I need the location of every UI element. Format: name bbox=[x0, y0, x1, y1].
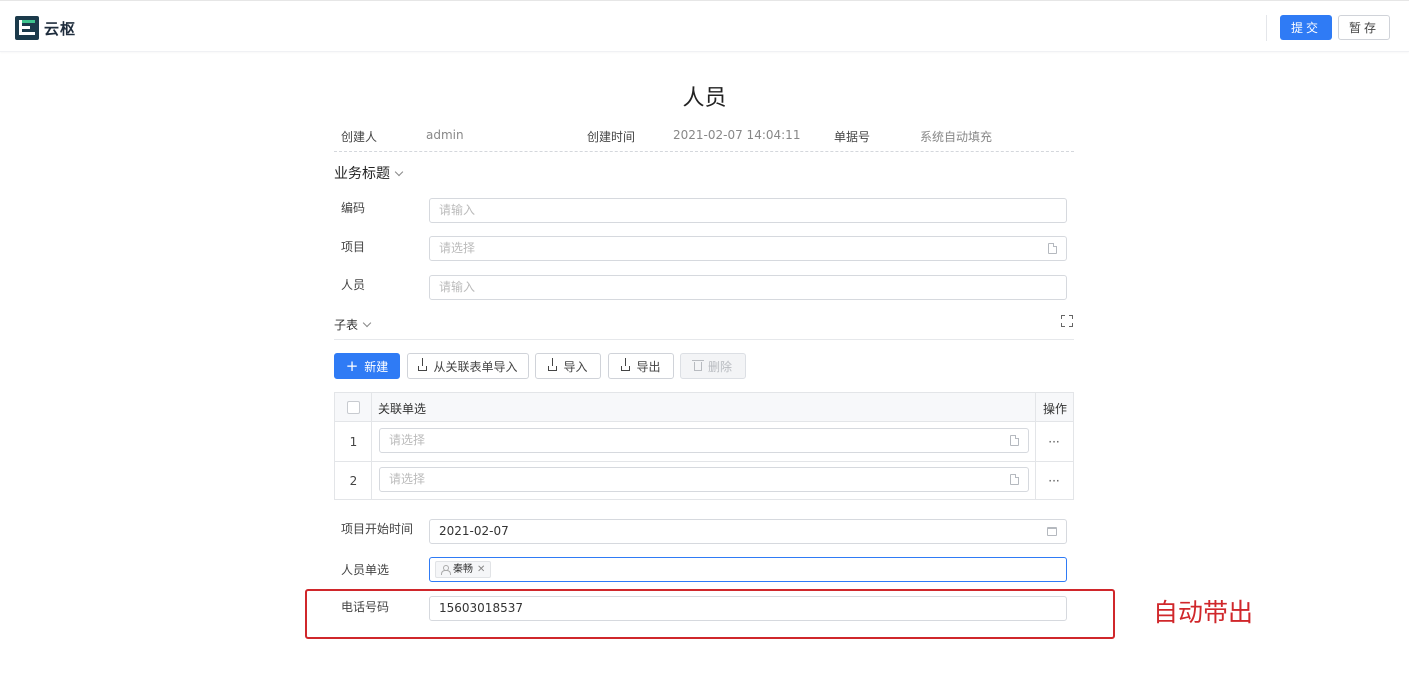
delete-button[interactable]: 删除 bbox=[680, 353, 746, 379]
section-toggle[interactable]: 业务标题 bbox=[334, 163, 404, 183]
chevron-down-icon bbox=[394, 167, 404, 176]
subtable-divider bbox=[334, 339, 1074, 340]
document-icon bbox=[1010, 474, 1019, 485]
created-time-value: 2021-02-07 14:04:11 bbox=[673, 128, 801, 142]
import-related-label: 从关联表单导入 bbox=[433, 359, 518, 374]
document-icon bbox=[1048, 243, 1057, 254]
subtable-toggle[interactable]: 子表 bbox=[334, 316, 372, 333]
creator-label: 创建人 bbox=[341, 130, 378, 144]
annotation-box bbox=[305, 589, 1115, 639]
logo-text: 云枢 bbox=[44, 19, 77, 38]
creator-value: admin bbox=[426, 128, 464, 142]
export-label: 导出 bbox=[636, 359, 661, 374]
doc-no-label: 单据号 bbox=[834, 130, 871, 144]
import-button[interactable]: 导入 bbox=[535, 353, 601, 379]
code-input[interactable]: 请输入 bbox=[429, 198, 1067, 223]
more-actions-button[interactable]: ··· bbox=[1035, 435, 1073, 449]
annotation-text: 自动带出 bbox=[1153, 598, 1254, 627]
person-input[interactable]: 请输入 bbox=[429, 275, 1067, 300]
calendar-icon bbox=[1047, 527, 1057, 536]
subtable-grid: 关联单选 操作 1 请选择 ··· 2 请选择 ··· bbox=[334, 392, 1074, 500]
code-label: 编码 bbox=[341, 201, 366, 215]
related-select[interactable]: 请选择 bbox=[379, 467, 1029, 492]
start-date-label: 项目开始时间 bbox=[341, 522, 414, 536]
new-label: 新建 bbox=[364, 359, 389, 374]
import-label: 导入 bbox=[563, 359, 588, 374]
column-actions: 操作 bbox=[1043, 402, 1068, 416]
more-actions-button[interactable]: ··· bbox=[1035, 474, 1073, 488]
toolbar-divider bbox=[1266, 15, 1267, 41]
column-related: 关联单选 bbox=[378, 402, 427, 416]
close-icon[interactable]: ✕ bbox=[477, 558, 485, 581]
row-number: 2 bbox=[349, 474, 358, 488]
start-date-value: 2021-02-07 bbox=[439, 524, 509, 538]
row-number: 1 bbox=[349, 435, 358, 449]
download-icon bbox=[418, 357, 428, 371]
upload-icon bbox=[621, 357, 631, 371]
new-row-button[interactable]: + 新建 bbox=[334, 353, 400, 379]
chevron-down-icon bbox=[362, 318, 372, 328]
related-placeholder: 请选择 bbox=[389, 472, 426, 486]
save-draft-button[interactable]: 暂存 bbox=[1338, 15, 1390, 40]
related-placeholder: 请选择 bbox=[389, 433, 426, 447]
meta-divider bbox=[334, 151, 1074, 152]
code-placeholder: 请输入 bbox=[439, 203, 476, 217]
select-all-checkbox[interactable] bbox=[347, 401, 360, 414]
submit-button[interactable]: 提交 bbox=[1280, 15, 1332, 40]
person-select-label: 人员单选 bbox=[341, 563, 390, 577]
export-button[interactable]: 导出 bbox=[608, 353, 674, 379]
user-icon bbox=[441, 565, 451, 575]
logo-icon bbox=[15, 16, 39, 40]
download-icon bbox=[548, 357, 558, 371]
delete-label: 删除 bbox=[707, 359, 732, 374]
section-title: 业务标题 bbox=[334, 166, 390, 182]
trash-icon bbox=[691, 359, 704, 371]
grid-header: 关联单选 操作 bbox=[335, 393, 1073, 422]
logo: 云枢 bbox=[15, 16, 76, 40]
related-select[interactable]: 请选择 bbox=[379, 428, 1029, 453]
person-placeholder: 请输入 bbox=[439, 280, 476, 294]
document-icon bbox=[1010, 435, 1019, 446]
doc-no-value: 系统自动填充 bbox=[920, 130, 993, 144]
project-placeholder: 请选择 bbox=[439, 241, 476, 255]
page-title: 人员 bbox=[682, 86, 727, 111]
tag-label: 秦畅 bbox=[453, 564, 473, 575]
plus-icon: + bbox=[345, 357, 359, 375]
person-select[interactable]: 秦畅 ✕ bbox=[429, 557, 1067, 582]
import-related-button[interactable]: 从关联表单导入 bbox=[407, 353, 529, 379]
person-label: 人员 bbox=[341, 278, 366, 292]
top-bar: 云枢 提交 暂存 bbox=[0, 0, 1409, 52]
subtable-title: 子表 bbox=[334, 318, 359, 332]
project-select[interactable]: 请选择 bbox=[429, 236, 1067, 261]
created-time-label: 创建时间 bbox=[587, 130, 636, 144]
start-date-picker[interactable]: 2021-02-07 bbox=[429, 519, 1067, 544]
selected-person-tag: 秦畅 ✕ bbox=[435, 558, 492, 581]
fullscreen-icon[interactable] bbox=[1061, 315, 1073, 327]
project-label: 项目 bbox=[341, 240, 366, 254]
